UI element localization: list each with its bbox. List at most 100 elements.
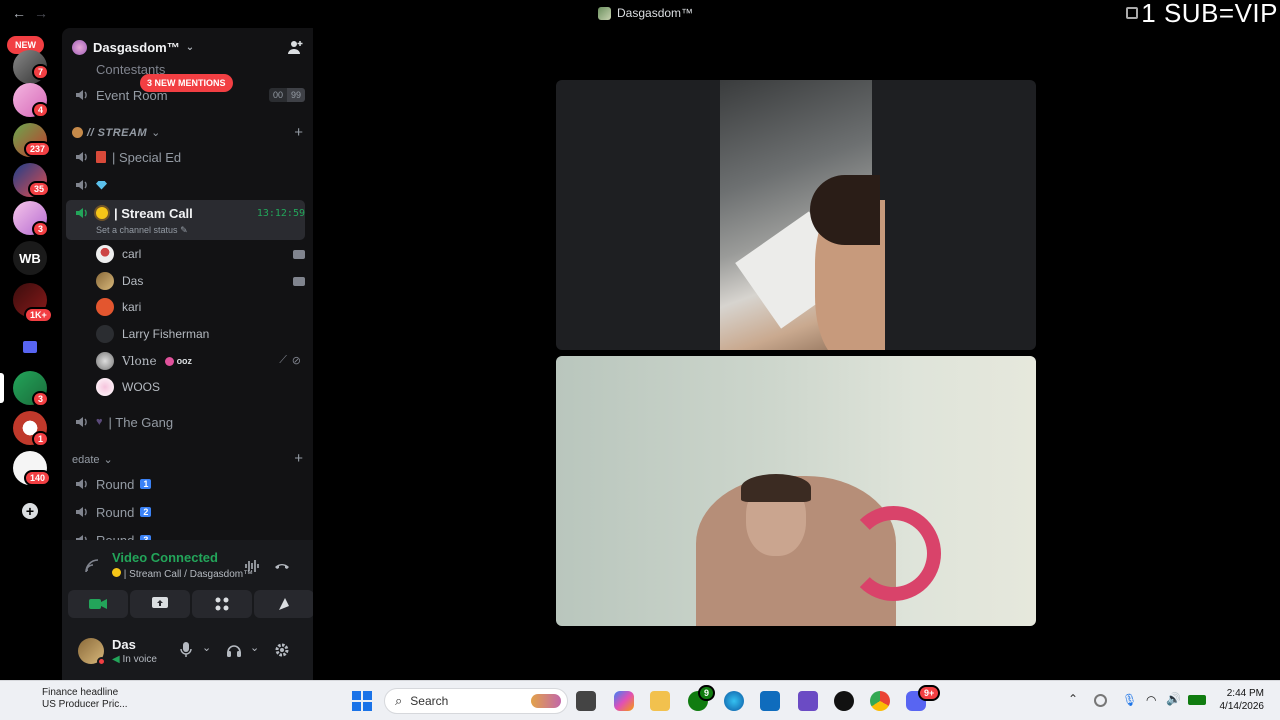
speaker-icon [76,417,87,427]
call-timer: 13:12:59 [256,207,305,219]
channel-gem[interactable] [68,174,305,196]
folder-icon[interactable] [23,341,37,353]
store-icon[interactable] [760,691,780,711]
camera-button[interactable] [68,590,128,618]
volume-icon[interactable]: 🔊 [1166,692,1181,706]
category-stream[interactable]: // STREAM ⌄ [72,126,160,139]
soundboard-button[interactable] [254,590,314,618]
avatar [96,298,114,316]
add-server-icon[interactable]: + [22,503,38,519]
speaker-active-icon [76,208,87,218]
category-edate[interactable]: edate ⌄ [72,453,113,467]
microphone-icon[interactable] [180,642,192,658]
server-icon-wb[interactable]: WB [13,241,47,275]
taskbar-search[interactable]: ⌕ Search [384,688,568,714]
gear-icon[interactable] [274,642,290,658]
chrome-icon[interactable] [870,691,890,711]
sun-emoji-icon [96,207,108,219]
server-badge: 3 [32,221,50,237]
chevron-up-icon[interactable]: ⌃ [1068,692,1078,706]
voice-user-kari[interactable]: kari [96,297,305,317]
disconnect-icon[interactable] [274,558,290,574]
server-badge: 7 [32,64,50,80]
soundboard-icon [279,598,289,610]
voice-user-vlone[interactable]: Vlone ooz [96,351,305,371]
clock-time: 2:44 PM [1226,688,1264,699]
channel-the-gang[interactable]: ♥ | The Gang [68,411,305,433]
voice-location[interactable]: | Stream Call / Dasgasdom™ [112,568,253,580]
muted-mic-icon: ⟋ [279,354,287,366]
search-icon: ⌕ [395,693,403,708]
channel-stream-call[interactable]: | Stream Call 13:12:59 [68,202,305,224]
copilot-icon[interactable] [614,691,634,711]
voice-user-name: Vlone [122,354,157,368]
hair-shape [810,175,880,245]
status-dot [97,657,106,666]
create-channel-icon[interactable]: + [294,124,303,141]
share-screen-button[interactable] [130,590,190,618]
edge-icon[interactable] [724,691,744,711]
server-rail: NEW 7 4 237 35 3 WB 1K+ 3 1 140 + [0,28,62,680]
channel-status-prompt[interactable]: Set a channel status ✎ [96,225,188,236]
connection-signal-icon[interactable] [84,558,100,574]
task-view-icon[interactable] [576,691,596,711]
speaker-icon [76,152,87,162]
voice-status[interactable]: Video Connected [112,550,218,565]
keycap-number: 2 [140,507,152,517]
chevron-down-icon: ⌄ [185,41,195,53]
battery-icon[interactable] [1188,695,1206,705]
tray-app-icon[interactable] [1094,694,1107,707]
file-explorer-icon[interactable] [650,691,670,711]
news-widget[interactable]: Finance headline US Producer Pric... [42,687,128,711]
user-status-text: In voice [122,654,157,665]
channel-round-2[interactable]: Round 2 [68,501,305,523]
video-tile-bottom[interactable] [556,356,1036,626]
video-camera-icon [293,250,305,259]
voice-user-larry[interactable]: Larry Fisherman [96,324,305,344]
windows-start-icon[interactable] [352,691,372,711]
selected-server-indicator [0,373,4,403]
channel-round-1[interactable]: Round 1 [68,473,305,495]
noise-suppression-icon[interactable] [244,558,260,574]
gem-emoji-icon [96,180,107,190]
inbox-icon[interactable] [1126,7,1138,19]
video-tile-top[interactable] [556,80,1036,350]
user-name[interactable]: Das [112,637,136,652]
voice-user-carl[interactable]: carl [96,244,305,264]
avatar [96,352,114,370]
user-limit: 99 [286,88,305,102]
new-mentions-pill[interactable]: 3 NEW MENTIONS [140,74,233,92]
deafened-icon: ⊘ [291,355,301,367]
microphone-tray-icon[interactable]: 🎙 [1122,693,1137,707]
category-label: edate [72,453,100,466]
avatar [96,325,114,343]
app-icon-purple[interactable] [798,691,818,711]
discord-badge: 9+ [918,685,941,701]
user-panel: Das ◀ In voice ⌄ ⌄ [62,628,313,680]
avatar [96,245,114,263]
category-label: // STREAM [87,126,148,139]
chevron-down-icon[interactable]: ⌄ [250,641,259,654]
clock[interactable]: 2:44 PM 4/14/2026 [1220,687,1265,713]
chevron-down-icon[interactable]: ⌄ [202,641,211,654]
invite-people-icon[interactable] [287,39,303,55]
headphones-icon[interactable] [226,642,242,658]
user-limit-counter: 00 99 [268,88,305,102]
skull-tag-icon [164,356,174,366]
channel-special-ed[interactable]: | Special Ed [68,146,305,168]
voice-user-woos[interactable]: WOOS [96,377,305,397]
back-arrow-icon[interactable]: ← [12,5,26,21]
wifi-icon[interactable]: ◠ [1146,693,1156,707]
guild-name: Dasgasdom™ [93,39,180,55]
channel-status-text: Set a channel status [96,225,178,235]
voice-user-das[interactable]: Das [96,271,305,291]
avatar [96,272,114,290]
user-avatar[interactable] [78,638,106,666]
create-channel-icon[interactable]: + [294,450,303,467]
obs-icon[interactable] [834,691,854,711]
activities-button[interactable] [192,590,252,618]
clock-date: 4/14/2026 [1219,701,1265,712]
forward-arrow-icon[interactable]: → [34,5,48,21]
sun-emoji-icon [112,568,121,577]
speaker-icon [76,479,87,489]
